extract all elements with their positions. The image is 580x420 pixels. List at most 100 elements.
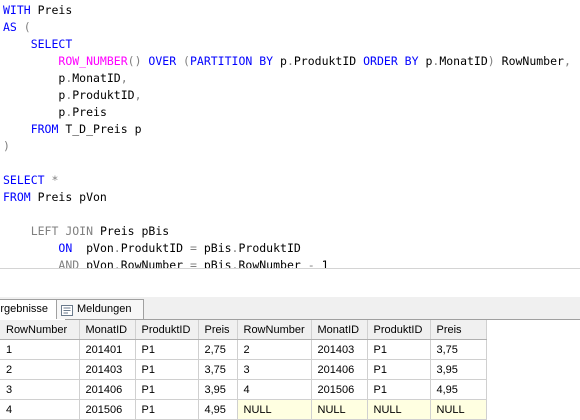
code-token: Preis	[37, 3, 73, 17]
code-token: PARTITION BY	[189, 54, 280, 68]
table-cell[interactable]: 3,75	[198, 359, 238, 380]
table-cell[interactable]: 3	[237, 359, 312, 380]
column-header[interactable]: ProduktID	[135, 320, 199, 340]
table-cell[interactable]: 4,95	[198, 399, 238, 420]
code-token: OVER	[148, 54, 184, 68]
code-token: (	[183, 54, 190, 68]
table-row[interactable]: 4 201506 P1 4,95 NULL NULL NULL NULL	[0, 399, 487, 420]
table-cell[interactable]: P1	[367, 359, 431, 380]
code-line[interactable]: p.MonatID,	[3, 70, 128, 86]
column-header[interactable]: MonatID	[79, 320, 136, 340]
tab-messages-label: Meldungen	[77, 303, 132, 315]
code-token: FROM	[30, 122, 66, 136]
table-cell[interactable]: 1	[0, 339, 80, 360]
code-token: ,	[120, 71, 128, 85]
code-token: .	[113, 241, 121, 255]
table-cell[interactable]: 201401	[79, 339, 136, 360]
table-cell[interactable]: 2	[0, 359, 80, 380]
code-line[interactable]: WITH Preis	[3, 2, 72, 18]
table-cell[interactable]: P1	[367, 379, 431, 400]
table-cell[interactable]: 201506	[311, 379, 368, 400]
table-cell[interactable]: 4	[0, 399, 80, 420]
code-token: =	[189, 241, 204, 255]
table-cell[interactable]: 3,95	[198, 379, 238, 400]
table-cell[interactable]: 3	[0, 379, 80, 400]
code-token: ProduktID	[120, 241, 190, 255]
code-token: ,	[134, 88, 142, 102]
table-cell[interactable]: P1	[135, 379, 199, 400]
table-cell[interactable]: 201406	[311, 359, 368, 380]
code-token: *	[51, 173, 59, 187]
code-line[interactable]: LEFT JOIN Preis pBis	[3, 223, 170, 239]
table-cell[interactable]: 4	[237, 379, 312, 400]
code-line[interactable]: FROM Preis pVon	[3, 189, 107, 205]
code-token: SELECT	[3, 173, 52, 187]
table-cell[interactable]: 201403	[311, 339, 368, 360]
table-cell[interactable]: 3,95	[430, 359, 487, 380]
column-header[interactable]: Preis	[198, 320, 238, 340]
code-token: p	[280, 54, 287, 68]
code-line[interactable]: AS (	[3, 19, 31, 35]
code-token: )	[487, 54, 502, 68]
table-cell[interactable]: P1	[135, 339, 199, 360]
code-token: ROW_NUMBER	[58, 54, 128, 68]
table-row[interactable]: 1 201401 P1 2,75 2 201403 P1 3,75	[0, 339, 487, 360]
column-header[interactable]: RowNumber	[237, 320, 312, 340]
column-header[interactable]: ProduktID	[367, 320, 431, 340]
table-cell[interactable]: P1	[135, 359, 199, 380]
table-cell[interactable]: 201406	[79, 379, 136, 400]
table-cell[interactable]: 201403	[79, 359, 136, 380]
code-line[interactable]: SELECT	[3, 36, 73, 52]
code-token: WITH	[3, 3, 38, 17]
column-header[interactable]: Preis	[430, 320, 487, 340]
code-token: ProduktID	[293, 54, 364, 68]
code-line[interactable]: SELECT *	[3, 172, 58, 188]
table-row[interactable]: 2 201403 P1 3,75 3 201406 P1 3,95	[0, 359, 487, 380]
code-token: .	[286, 54, 294, 68]
table-cell[interactable]: NULL	[311, 399, 368, 420]
table-cell[interactable]: 2	[237, 339, 312, 360]
code-token: ProduktID	[72, 88, 135, 102]
code-token: ProduktID	[238, 241, 301, 255]
sql-editor[interactable]: WITH Preis AS ( SELECT ROW_NUMBER() OVER …	[0, 0, 580, 272]
code-token: pBis	[203, 241, 232, 255]
results-grid[interactable]: RowNumber MonatID ProduktID Preis RowNumber M…	[0, 320, 580, 420]
table-cell[interactable]: 201506	[79, 399, 136, 420]
code-line[interactable]: p.ProduktID,	[3, 87, 142, 103]
code-token: RowNumber	[501, 54, 564, 68]
table-cell[interactable]: P1	[367, 339, 431, 360]
column-header[interactable]: MonatID	[311, 320, 368, 340]
code-line[interactable]: )	[3, 138, 10, 154]
code-line[interactable]: ON pVon.ProduktID = pBis.ProduktID	[3, 240, 301, 256]
table-cell[interactable]: 2,75	[198, 339, 238, 360]
code-line[interactable]: ROW_NUMBER() OVER (PARTITION BY p.Produk…	[3, 53, 571, 69]
table-cell[interactable]: NULL	[237, 399, 312, 420]
code-token: FROM	[3, 190, 38, 204]
table-row[interactable]: 3 201406 P1 3,95 4 201506 P1 4,95	[0, 379, 487, 400]
code-token: ()	[127, 54, 149, 68]
code-token: MonatID	[439, 54, 488, 68]
editor-results-splitter[interactable]	[0, 268, 580, 299]
table-cell[interactable]: NULL	[367, 399, 431, 420]
results-tab-bar: Ergebnisse Meldungen	[0, 297, 580, 320]
message-icon	[61, 304, 73, 316]
tab-results-label: Ergebnisse	[0, 303, 49, 315]
code-token: SELECT	[30, 37, 73, 51]
code-line[interactable]: FROM T_D_Preis p	[3, 121, 142, 137]
code-token: LEFT JOIN	[30, 224, 100, 238]
code-token: (	[23, 20, 31, 34]
table-cell[interactable]: P1	[135, 399, 199, 420]
code-line[interactable]: p.Preis	[3, 104, 107, 120]
column-header[interactable]: RowNumber	[0, 320, 80, 340]
table-cell[interactable]: NULL	[430, 399, 487, 420]
table-cell[interactable]: 3,75	[430, 339, 487, 360]
table-cell[interactable]: 4,95	[430, 379, 487, 400]
code-token: T_D_Preis p	[65, 122, 142, 136]
code-token: p	[3, 88, 66, 102]
tab-messages[interactable]: Meldungen	[56, 299, 144, 319]
